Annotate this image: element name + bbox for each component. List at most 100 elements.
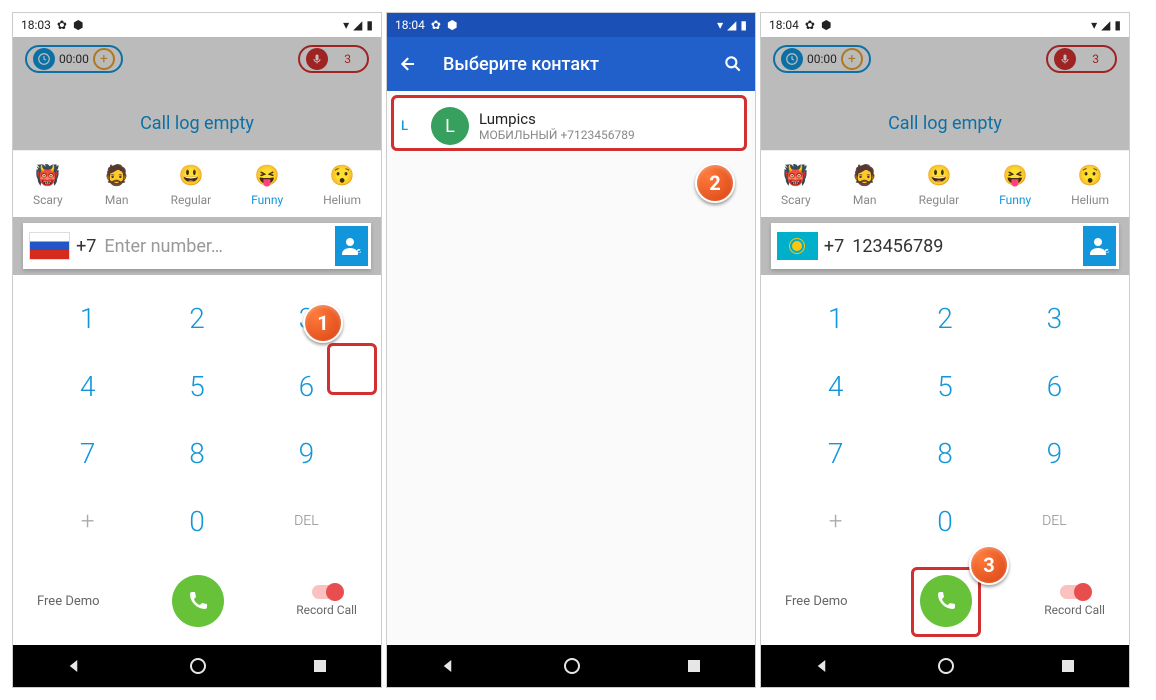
phone-icon: [186, 589, 210, 613]
annotation-badge-3: 3: [969, 545, 1009, 585]
record-count: 3: [1082, 52, 1109, 66]
contact-item-lumpics[interactable]: L L Lumpics МОБИЛЬНЫЙ +7123456789: [395, 99, 747, 153]
key-9[interactable]: 9: [252, 420, 361, 488]
nav-home-icon[interactable]: [938, 658, 954, 674]
nav-home-icon[interactable]: [190, 658, 206, 674]
call-log-empty-label: Call log empty: [761, 81, 1129, 150]
record-pill[interactable]: 3: [298, 45, 369, 73]
mic-icon: [306, 48, 328, 70]
phone-number-input[interactable]: [852, 236, 1080, 257]
voice-man[interactable]: 🧔Man: [851, 161, 879, 207]
key-5[interactable]: 5: [142, 353, 251, 421]
voice-helium[interactable]: 😯Helium: [323, 161, 361, 207]
gear-icon: ✿: [57, 18, 67, 32]
nav-recent-icon[interactable]: [686, 658, 702, 674]
voice-scary[interactable]: 👹Scary: [33, 161, 63, 207]
key-6[interactable]: 6: [252, 353, 361, 421]
phone-screen-2: 18:04 ✿ ⬢ ▾ ◢ ▮ Выберите контакт L L Lum…: [386, 12, 756, 688]
key-5[interactable]: 5: [890, 353, 999, 421]
funny-icon: 😝: [1001, 161, 1029, 189]
voice-selector: 👹Scary 🧔Man 😃Regular 😝Funny 😯Helium: [761, 150, 1129, 217]
regular-icon: 😃: [177, 161, 205, 189]
man-icon: 🧔: [103, 161, 131, 189]
timer-value: 00:00: [807, 52, 837, 66]
key-2[interactable]: 2: [890, 285, 999, 353]
wifi-icon: ▾: [717, 18, 723, 32]
key-6[interactable]: 6: [1000, 353, 1109, 421]
voice-regular[interactable]: 😃Regular: [919, 161, 960, 207]
voice-selector: 👹Scary 🧔Man 😃Regular 😝Funny 😯Helium: [13, 150, 381, 217]
voice-funny[interactable]: 😝Funny: [251, 161, 283, 207]
keypad: 1 2 3 4 5 6 7 8 9 + 0 DEL: [761, 275, 1129, 565]
pick-contact-button[interactable]: [1083, 226, 1116, 266]
nav-recent-icon[interactable]: [1060, 658, 1076, 674]
scary-icon: 👹: [782, 161, 810, 189]
add-time-icon[interactable]: +: [841, 48, 863, 70]
country-prefix: +7: [76, 236, 96, 257]
key-7[interactable]: 7: [33, 420, 142, 488]
record-pill[interactable]: 3: [1046, 45, 1117, 73]
call-button[interactable]: [920, 575, 972, 627]
key-del[interactable]: DEL: [1000, 488, 1109, 556]
app-bar: Выберите контакт: [387, 37, 755, 91]
phone-number-input[interactable]: [104, 236, 332, 257]
nav-back-icon[interactable]: [814, 657, 832, 675]
number-input-row: +7: [771, 223, 1119, 269]
key-1[interactable]: 1: [33, 285, 142, 353]
phone-icon: [934, 589, 958, 613]
country-prefix: +7: [824, 236, 844, 257]
key-4[interactable]: 4: [33, 353, 142, 421]
voice-scary[interactable]: 👹Scary: [781, 161, 811, 207]
voice-funny[interactable]: 😝Funny: [999, 161, 1031, 207]
call-button[interactable]: [172, 575, 224, 627]
key-7[interactable]: 7: [781, 420, 890, 488]
free-demo-button[interactable]: Free Demo: [785, 594, 848, 609]
key-1[interactable]: 1: [781, 285, 890, 353]
nav-back-icon[interactable]: [440, 657, 458, 675]
helium-icon: 😯: [328, 161, 356, 189]
voice-man[interactable]: 🧔Man: [103, 161, 131, 207]
shield-icon: ⬢: [73, 18, 83, 32]
status-bar: 18:03 ✿ ⬢ ▾ ◢ ▮: [13, 13, 381, 37]
key-0[interactable]: 0: [142, 488, 251, 556]
key-plus[interactable]: +: [781, 488, 890, 556]
signal-icon: ◢: [727, 18, 736, 32]
key-del[interactable]: DEL: [252, 488, 361, 556]
free-demo-button[interactable]: Free Demo: [37, 594, 100, 609]
country-flag[interactable]: [29, 232, 70, 260]
search-icon[interactable]: [723, 54, 743, 74]
signal-icon: ◢: [1101, 18, 1110, 32]
wifi-icon: ▾: [1091, 18, 1097, 32]
country-flag[interactable]: [777, 232, 818, 260]
nav-back-icon[interactable]: [66, 657, 84, 675]
battery-icon: ▮: [366, 18, 373, 32]
contact-list: L L Lumpics МОБИЛЬНЫЙ +7123456789 2: [387, 91, 755, 645]
key-8[interactable]: 8: [890, 420, 999, 488]
switch-icon: [312, 585, 342, 599]
bottom-bar: Free Demo Record Call: [13, 565, 381, 645]
funny-icon: 😝: [253, 161, 281, 189]
back-arrow-icon[interactable]: [399, 54, 419, 74]
switch-icon: [1060, 585, 1090, 599]
key-3[interactable]: 3: [1000, 285, 1109, 353]
section-letter: L: [401, 119, 421, 134]
timer-pill[interactable]: 00:00 +: [773, 45, 871, 73]
key-plus[interactable]: +: [33, 488, 142, 556]
key-9[interactable]: 9: [1000, 420, 1109, 488]
nav-recent-icon[interactable]: [312, 658, 328, 674]
pick-contact-button[interactable]: [335, 226, 368, 266]
contact-icon: [1088, 234, 1112, 258]
key-4[interactable]: 4: [781, 353, 890, 421]
voice-helium[interactable]: 😯Helium: [1071, 161, 1109, 207]
contact-icon: [340, 234, 364, 258]
voice-regular[interactable]: 😃Regular: [171, 161, 212, 207]
key-8[interactable]: 8: [142, 420, 251, 488]
timer-pill[interactable]: 00:00 +: [25, 45, 123, 73]
record-call-toggle[interactable]: Record Call: [1044, 585, 1105, 617]
regular-icon: 😃: [925, 161, 953, 189]
record-call-toggle[interactable]: Record Call: [296, 585, 357, 617]
nav-home-icon[interactable]: [564, 658, 580, 674]
android-nav-bar: [761, 645, 1129, 687]
add-time-icon[interactable]: +: [93, 48, 115, 70]
key-2[interactable]: 2: [142, 285, 251, 353]
